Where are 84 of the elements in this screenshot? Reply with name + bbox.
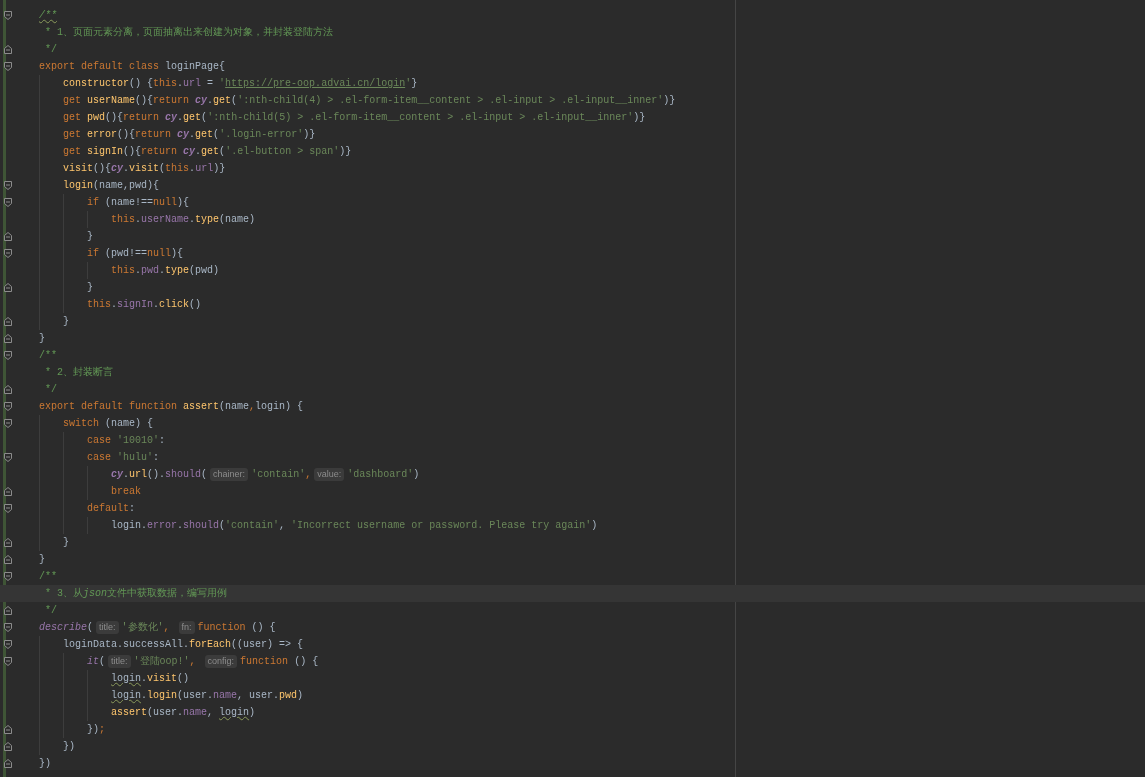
- fold-marker-icon[interactable]: [4, 725, 12, 734]
- code-text: constructor() {this.url = 'https://pre-oop.advai.cn/login'}: [63, 77, 418, 91]
- code-text: }: [87, 230, 93, 244]
- code-text: /**: [39, 349, 57, 363]
- code-text: 'contain',: [251, 468, 312, 482]
- fold-marker-icon[interactable]: [4, 198, 12, 207]
- code-text: if (name!==null){: [87, 196, 190, 210]
- fold-marker-icon[interactable]: [4, 45, 12, 54]
- fold-marker-icon[interactable]: [4, 62, 12, 71]
- fold-marker-icon[interactable]: [4, 317, 12, 326]
- code-text: */: [44, 604, 57, 618]
- code-text: 'dashboard'): [347, 468, 420, 482]
- code-text: */: [44, 43, 57, 57]
- code-text: get userName(){return cy.get(':nth-child(4) > .el-form-item__content > .el-input > .el-input__inner')}: [63, 94, 676, 108]
- code-text: get signIn(){return cy.get('.el-button > span')}: [63, 145, 352, 159]
- fold-marker-icon[interactable]: [4, 419, 12, 428]
- code-text: login(name,pwd){: [63, 179, 160, 193]
- code-text: * 1、页面元素分离，页面抽离出来创建为对象，并封装登陆方法: [44, 25, 333, 40]
- fold-marker-icon[interactable]: [4, 334, 12, 343]
- inlay-hint: value:: [314, 468, 345, 481]
- fold-marker-icon[interactable]: [4, 640, 12, 649]
- fold-marker-icon[interactable]: [4, 487, 12, 496]
- code-text: login.visit(): [111, 672, 190, 686]
- code-text: this.userName.type(name): [111, 213, 256, 227]
- code-text: /**: [39, 9, 57, 23]
- code-text: get error(){return cy.get('.login-error')}: [63, 128, 316, 142]
- fold-marker-icon[interactable]: [4, 759, 12, 768]
- fold-marker-icon[interactable]: [4, 181, 12, 190]
- code-text: function () {: [197, 621, 276, 635]
- fold-marker-icon[interactable]: [4, 351, 12, 360]
- code-text: get pwd(){return cy.get(':nth-child(5) > .el-form-item__content > .el-input > .el-input__inner')}: [63, 111, 646, 125]
- code-text: loginData.successAll.forEach((user) => {: [63, 638, 304, 652]
- inlay-hint: chainer:: [210, 468, 249, 481]
- code-text: * 2、封装断言: [44, 365, 113, 380]
- code-text: '参数化',: [121, 621, 171, 635]
- fold-marker-icon[interactable]: [4, 504, 12, 513]
- code-text: }): [39, 757, 51, 771]
- code-text: '登陆oop!',: [133, 654, 197, 669]
- code-text: default:: [87, 502, 136, 516]
- code-text: */: [44, 383, 57, 397]
- code-text: it(: [87, 655, 106, 669]
- fold-marker-icon[interactable]: [4, 402, 12, 411]
- code-text: login.error.should('contain', 'Incorrect username or password. Please try again'): [111, 519, 598, 533]
- fold-marker-icon[interactable]: [4, 572, 12, 581]
- code-text: case 'hulu':: [87, 451, 160, 465]
- code-text: cy.url().should(: [111, 468, 208, 482]
- inlay-hint: fn:: [178, 621, 195, 634]
- fold-marker-icon[interactable]: [4, 606, 12, 615]
- inlay-hint: title:: [108, 655, 131, 668]
- code-text: });: [87, 723, 106, 737]
- fold-marker-icon[interactable]: [4, 283, 12, 292]
- fold-marker-icon[interactable]: [4, 232, 12, 241]
- code-text: assert(user.name, login): [111, 706, 256, 720]
- fold-marker-icon[interactable]: [4, 249, 12, 258]
- code-text: break: [111, 485, 141, 499]
- fold-marker-icon[interactable]: [4, 623, 12, 632]
- code-text: }): [63, 740, 75, 754]
- code-text: }: [87, 281, 93, 295]
- fold-marker-icon[interactable]: [4, 555, 12, 564]
- inlay-hint: title:: [96, 621, 119, 634]
- code-text: }: [39, 332, 45, 346]
- code-text: switch (name) {: [63, 417, 154, 431]
- fold-marker-icon[interactable]: [4, 538, 12, 547]
- code-text: case '10010':: [87, 434, 166, 448]
- fold-marker-icon[interactable]: [4, 385, 12, 394]
- code-text: * 3、从json文件中获取数据，编写用例: [44, 586, 228, 601]
- code-text: /**: [39, 570, 57, 584]
- code-text: }: [63, 536, 69, 550]
- fold-marker-icon[interactable]: [4, 11, 12, 20]
- code-text: if (pwd!==null){: [87, 247, 184, 261]
- code-text: }: [63, 315, 69, 329]
- code-text: }: [39, 553, 45, 567]
- fold-marker-icon[interactable]: [4, 657, 12, 666]
- code-text: export default class loginPage{: [39, 60, 226, 74]
- fold-marker-icon[interactable]: [4, 742, 12, 751]
- code-text: this.pwd.type(pwd): [111, 264, 220, 278]
- code-text: function () {: [240, 655, 319, 669]
- code-text: login.login(user.name, user.pwd): [111, 689, 304, 703]
- fold-marker-icon[interactable]: [4, 453, 12, 462]
- inlay-hint: config:: [204, 655, 238, 668]
- code-text: describe(: [39, 621, 94, 635]
- code-text: export default function assert(name,login) {: [39, 400, 304, 414]
- code-text: this.signIn.click(): [87, 298, 202, 312]
- code-text: visit(){cy.visit(this.url)}: [63, 162, 226, 176]
